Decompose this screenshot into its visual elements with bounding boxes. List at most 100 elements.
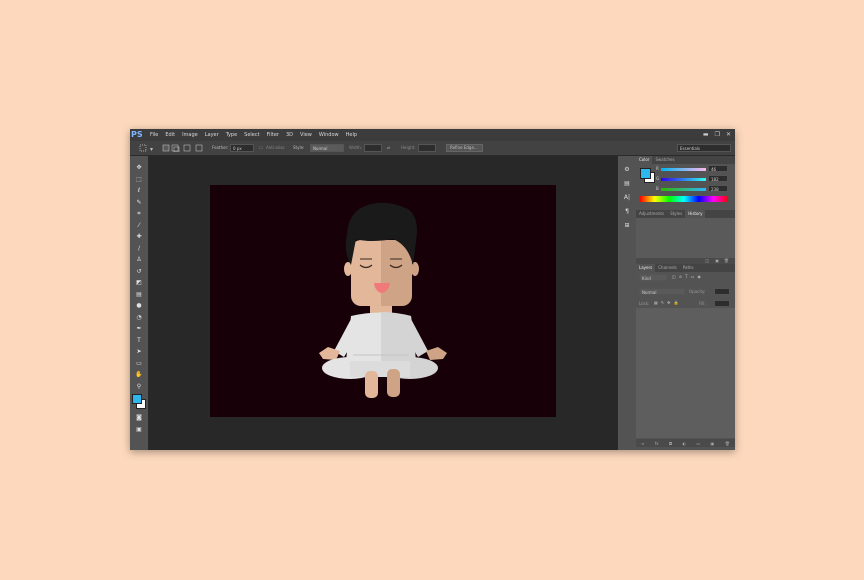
history-panel-icon[interactable]: ⚙: [618, 162, 636, 176]
menu-window[interactable]: Window: [319, 132, 339, 138]
group-icon[interactable]: ▭: [696, 441, 700, 446]
tab-paths[interactable]: Paths: [680, 264, 697, 272]
fill-input[interactable]: [714, 300, 730, 307]
hand-tool-icon[interactable]: ✋: [130, 369, 148, 381]
g-slider[interactable]: [661, 178, 706, 181]
layer-filter-icons[interactable]: ◫⊘T▭◉: [672, 274, 704, 279]
r-slider[interactable]: [661, 168, 706, 171]
lock-label: Lock:: [639, 301, 650, 306]
menu-select[interactable]: Select: [244, 132, 259, 138]
swap-icon[interactable]: ⇄: [387, 144, 390, 152]
adjustment-layer-icon[interactable]: ◐: [683, 441, 687, 446]
menu-view[interactable]: View: [300, 132, 312, 138]
move-tool-icon[interactable]: ✥: [130, 162, 148, 174]
tab-history[interactable]: History: [685, 210, 706, 218]
feather-label: Feather:: [212, 145, 229, 150]
healing-brush-tool-icon[interactable]: ✚: [130, 231, 148, 243]
layer-list[interactable]: [636, 308, 735, 438]
mask-icon[interactable]: ◘: [669, 441, 672, 446]
layer-kind-filter[interactable]: Kind: [639, 274, 667, 281]
marquee-tool-icon[interactable]: ⬚: [130, 174, 148, 186]
tab-channels[interactable]: Channels: [655, 264, 680, 272]
tab-styles[interactable]: Styles: [667, 210, 685, 218]
height-input[interactable]: [418, 144, 436, 152]
style-label: Style:: [293, 145, 305, 150]
width-input[interactable]: [364, 144, 382, 152]
menu-layer[interactable]: Layer: [205, 132, 219, 138]
adjust-panel-tabs: Adjustments Styles History: [636, 210, 735, 218]
height-label: Height:: [401, 145, 416, 150]
options-bar: ▾ Feather: 0 px ☐ Anti-alias Style: Norm…: [130, 141, 735, 156]
menu-help[interactable]: Help: [346, 132, 357, 138]
new-layer-icon[interactable]: ▣: [711, 441, 715, 446]
restore-icon[interactable]: ❐: [715, 131, 720, 138]
blur-tool-icon[interactable]: ●: [130, 300, 148, 312]
menu-list: File Edit Image Layer Type Select Filter…: [150, 129, 364, 141]
delete-layer-icon[interactable]: 🗑: [725, 441, 730, 446]
lock-icons[interactable]: ▦✎✥🔒: [654, 300, 681, 305]
eyedropper-tool-icon[interactable]: ⁄: [130, 220, 148, 232]
new-doc-icon[interactable]: ▣: [715, 258, 719, 263]
foreground-color-swatch[interactable]: [132, 394, 142, 404]
dodge-tool-icon[interactable]: ◔: [130, 312, 148, 324]
clone-stamp-tool-icon[interactable]: ♙: [130, 254, 148, 266]
snapshot-icon[interactable]: ◫: [705, 258, 709, 263]
document-canvas[interactable]: [210, 185, 556, 417]
blend-mode-select[interactable]: Normal: [639, 288, 685, 295]
link-icon[interactable]: ∞: [641, 441, 644, 446]
selection-mode-icons[interactable]: ▾: [139, 144, 209, 152]
canvas-area[interactable]: [149, 156, 617, 450]
color-panel-tabs: Color Swatches: [636, 156, 735, 164]
history-brush-tool-icon[interactable]: ↺: [130, 266, 148, 278]
properties-panel-icon[interactable]: ▤: [618, 176, 636, 190]
g-value[interactable]: 182: [708, 175, 728, 182]
menu-filter[interactable]: Filter: [267, 132, 279, 138]
antialias-checkbox[interactable]: ☐: [259, 144, 263, 152]
menu-file[interactable]: File: [150, 132, 158, 138]
menu-bar: PS File Edit Image Layer Type Select Fil…: [130, 129, 735, 141]
gradient-tool-icon[interactable]: ▤: [130, 289, 148, 301]
tab-swatches[interactable]: Swatches: [652, 156, 677, 164]
path-select-tool-icon[interactable]: ➤: [130, 346, 148, 358]
character-panel-icon[interactable]: A|: [618, 190, 636, 204]
close-icon[interactable]: ✕: [726, 131, 731, 138]
fx-icon[interactable]: fx: [655, 441, 659, 446]
opacity-input[interactable]: [714, 288, 730, 295]
tab-adjustments[interactable]: Adjustments: [636, 210, 667, 218]
lasso-tool-icon[interactable]: ℓ: [130, 185, 148, 197]
pen-tool-icon[interactable]: ✒: [130, 323, 148, 335]
tab-layers[interactable]: Layers: [636, 264, 656, 272]
layers-panel: Kind ◫⊘T▭◉ Normal Opacity: Lock: ▦✎✥🔒 Fi…: [636, 272, 735, 447]
color-ramp[interactable]: [640, 196, 728, 202]
shape-tool-icon[interactable]: ▭: [130, 358, 148, 370]
b-slider[interactable]: [661, 188, 706, 191]
foreground-color-chip[interactable]: [640, 168, 651, 179]
screen-mode-icon[interactable]: ▣: [130, 424, 148, 436]
workspace-select[interactable]: Essentials: [677, 144, 731, 152]
menu-type[interactable]: Type: [226, 132, 237, 138]
menu-image[interactable]: Image: [182, 132, 198, 138]
minimize-icon[interactable]: ▬: [703, 131, 709, 138]
type-tool-icon[interactable]: T: [130, 335, 148, 347]
quick-select-tool-icon[interactable]: ✎: [130, 197, 148, 209]
photoshop-window: PS File Edit Image Layer Type Select Fil…: [130, 129, 735, 450]
eraser-tool-icon[interactable]: ◩: [130, 277, 148, 289]
layers-panel-tabs: Layers Channels Paths: [636, 264, 735, 272]
feather-input[interactable]: 0 px: [230, 144, 254, 152]
brush-tool-icon[interactable]: ∕: [130, 243, 148, 255]
paragraph-panel-icon[interactable]: ¶: [618, 204, 636, 218]
refine-edge-button[interactable]: Refine Edge...: [446, 144, 483, 152]
crop-tool-icon[interactable]: ⌗: [130, 208, 148, 220]
trash-icon[interactable]: 🗑: [724, 258, 729, 263]
fill-label: Fill:: [699, 301, 706, 306]
style-select[interactable]: Normal: [310, 144, 344, 152]
menu-edit[interactable]: Edit: [165, 132, 175, 138]
layer-comps-icon[interactable]: ⊞: [618, 218, 636, 232]
r-value[interactable]: 46: [708, 165, 728, 172]
menu-3d[interactable]: 3D: [286, 132, 293, 138]
b-value[interactable]: 238: [708, 185, 728, 192]
tab-color[interactable]: Color: [636, 156, 653, 164]
zoom-tool-icon[interactable]: ⚲: [130, 381, 148, 393]
quick-mask-icon[interactable]: ◙: [130, 412, 148, 424]
color-swatches[interactable]: [130, 392, 148, 412]
